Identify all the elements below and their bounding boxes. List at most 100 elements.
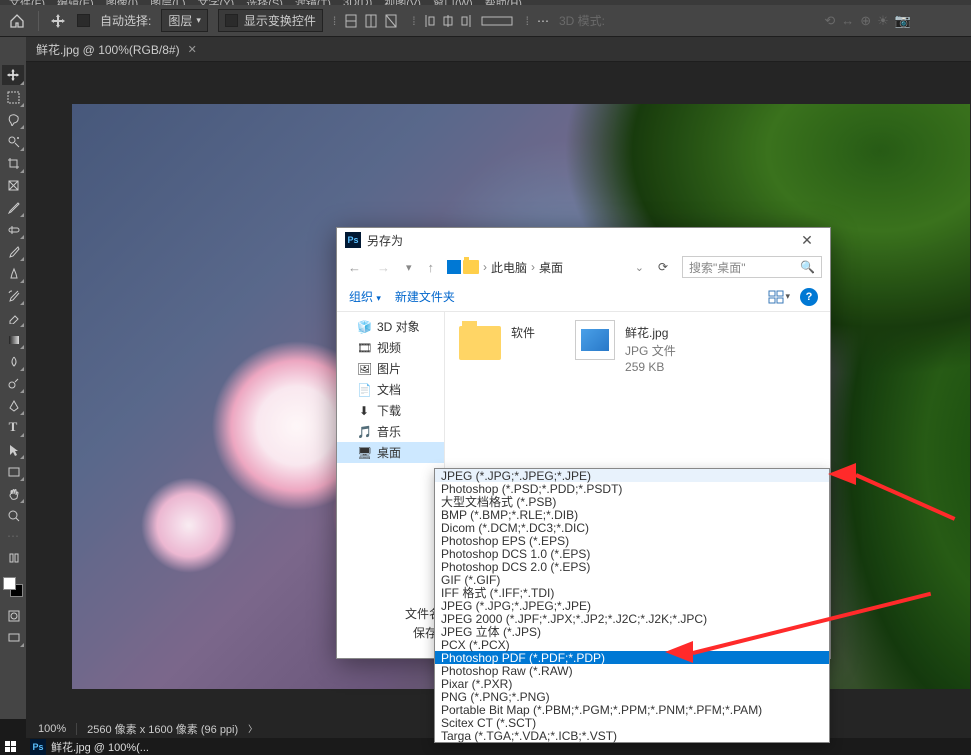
filetype-options-list[interactable]: JPEG (*.JPG;*.JPEG;*.JPE)Photoshop (*.PS…: [434, 468, 830, 743]
separator: ⁞: [333, 14, 334, 28]
folder-name: 软件: [511, 324, 535, 341]
refresh-icon[interactable]: ⟳: [654, 260, 672, 274]
filetype-option[interactable]: Photoshop Raw (*.RAW): [435, 664, 829, 677]
camera-icon[interactable]: 📷: [895, 13, 911, 29]
file-item[interactable]: 鲜花.jpg JPG 文件 259 KB: [575, 320, 676, 374]
edit-toolbar-icon[interactable]: [2, 547, 24, 567]
sidebar-nav[interactable]: 🧊 3D 对象 🎞视频🖼图片📄文档⬇下载🎵音乐🖥桌面: [337, 312, 445, 598]
light-icon[interactable]: ☀: [877, 13, 889, 29]
filetype-option[interactable]: Photoshop EPS (*.EPS): [435, 534, 829, 547]
color-swatch[interactable]: [3, 577, 23, 597]
filetype-option[interactable]: Scitex CT (*.SCT): [435, 716, 829, 729]
pan-icon[interactable]: ↔: [841, 13, 854, 29]
home-icon[interactable]: [6, 10, 28, 32]
folder-icon: [463, 260, 479, 274]
filetype-option[interactable]: Pixar (*.PXR): [435, 677, 829, 690]
sidebar-item[interactable]: 📄文档: [337, 379, 444, 400]
move-tool[interactable]: [2, 65, 24, 85]
sidebar-item[interactable]: ⬇下载: [337, 400, 444, 421]
show-transform-controls-toggle[interactable]: 显示变换控件: [218, 9, 323, 32]
document-dimensions[interactable]: 2560 像素 x 1600 像素 (96 ppi): [87, 721, 238, 737]
search-placeholder: 搜索"桌面": [689, 259, 746, 276]
sidebar-item-icon: 🧊: [357, 320, 371, 334]
align-icons-group[interactable]: [344, 12, 402, 30]
view-options-icon[interactable]: ▾: [768, 288, 790, 306]
filetype-option[interactable]: Portable Bit Map (*.PBM;*.PGM;*.PPM;*.PN…: [435, 703, 829, 716]
filetype-option[interactable]: PNG (*.PNG;*.PNG): [435, 690, 829, 703]
nav-back-icon[interactable]: ←: [345, 260, 364, 275]
filetype-option[interactable]: PCX (*.PCX): [435, 638, 829, 651]
quick-select-tool[interactable]: [2, 131, 24, 151]
gradient-tool[interactable]: [2, 329, 24, 349]
dialog-titlebar[interactable]: Ps 另存为 ✕: [337, 228, 830, 252]
lasso-tool[interactable]: [2, 109, 24, 129]
clone-stamp-tool[interactable]: [2, 263, 24, 283]
auto-select-checkbox[interactable]: [77, 14, 90, 27]
filetype-option[interactable]: Dicom (*.DCM;*.DC3;*.DIC): [435, 521, 829, 534]
dialog-toolbar: 组织 ▾ 新建文件夹 ▾ ?: [337, 282, 830, 312]
crop-tool[interactable]: [2, 153, 24, 173]
more-options-icon[interactable]: ⋯: [537, 14, 549, 28]
document-tab[interactable]: 鲜花.jpg @ 100%(RGB/8#) ✕: [36, 41, 197, 58]
taskbar-photoshop[interactable]: Ps 鲜花.jpg @ 100%(...: [24, 739, 155, 755]
path-select-tool[interactable]: [2, 439, 24, 459]
sidebar-item[interactable]: 🖼图片: [337, 358, 444, 379]
hand-tool[interactable]: [2, 483, 24, 503]
sidebar-item[interactable]: 🧊 3D 对象: [337, 316, 444, 337]
move-tool-icon[interactable]: [49, 12, 67, 30]
search-icon: 🔍: [800, 260, 815, 274]
nav-forward-icon[interactable]: →: [374, 260, 393, 275]
sidebar-item-label: 下载: [377, 402, 401, 419]
frame-tool[interactable]: [2, 175, 24, 195]
blur-tool[interactable]: [2, 351, 24, 371]
zoom-level[interactable]: 100%: [38, 723, 66, 735]
sidebar-item[interactable]: 🖥桌面: [337, 442, 444, 463]
search-input[interactable]: 搜索"桌面" 🔍: [682, 256, 822, 278]
screen-mode-icon[interactable]: [2, 627, 24, 647]
type-tool[interactable]: T: [2, 417, 24, 437]
help-icon[interactable]: ?: [800, 288, 818, 306]
foreground-color[interactable]: [3, 577, 16, 590]
auto-select-dropdown[interactable]: 图层 ▾: [161, 9, 208, 32]
filetype-option[interactable]: BMP (*.BMP;*.RLE;*.DIB): [435, 508, 829, 521]
crumb-root[interactable]: 此电脑: [491, 259, 527, 276]
filetype-option[interactable]: 大型文档格式 (*.PSB): [435, 495, 829, 508]
filetype-option[interactable]: Targa (*.TGA;*.VDA;*.ICB;*.VST): [435, 729, 829, 742]
folder-item[interactable]: 软件: [459, 320, 535, 360]
quick-mask-icon[interactable]: [2, 605, 24, 625]
sidebar-item-label: 3D 对象: [377, 318, 420, 335]
filetype-option[interactable]: IFF 格式 (*.IFF;*.TDI): [435, 586, 829, 599]
rectangle-tool[interactable]: [2, 461, 24, 481]
filetype-option[interactable]: Photoshop PDF (*.PDF;*.PDP): [435, 651, 829, 664]
nav-recent-icon[interactable]: ▾: [403, 261, 415, 274]
marquee-tool[interactable]: [2, 87, 24, 107]
breadcrumb-dropdown-icon[interactable]: ⌄: [635, 261, 644, 274]
eyedropper-tool[interactable]: [2, 197, 24, 217]
orbit-icon[interactable]: ⟲: [824, 13, 835, 29]
history-brush-tool[interactable]: [2, 285, 24, 305]
nav-up-icon[interactable]: ↑: [425, 260, 438, 275]
filetype-option[interactable]: Photoshop DCS 2.0 (*.EPS): [435, 560, 829, 573]
sidebar-item[interactable]: 🎵音乐: [337, 421, 444, 442]
filetype-option[interactable]: JPEG (*.JPG;*.JPEG;*.JPE): [435, 469, 829, 482]
crumb-current[interactable]: 桌面: [539, 259, 563, 276]
zoom-tool[interactable]: [2, 505, 24, 525]
filetype-option[interactable]: Photoshop DCS 1.0 (*.EPS): [435, 547, 829, 560]
close-button[interactable]: ✕: [792, 232, 822, 249]
eraser-tool[interactable]: [2, 307, 24, 327]
sidebar-item[interactable]: 🎞视频: [337, 337, 444, 358]
healing-brush-tool[interactable]: [2, 219, 24, 239]
sidebar-item-label: 图片: [377, 360, 401, 377]
close-tab-icon[interactable]: ✕: [188, 43, 197, 56]
new-folder-button[interactable]: 新建文件夹: [395, 288, 455, 305]
dodge-tool[interactable]: [2, 373, 24, 393]
pen-tool[interactable]: [2, 395, 24, 415]
organize-menu[interactable]: 组织 ▾: [349, 288, 381, 305]
zoom-icon[interactable]: ⊕: [860, 13, 871, 29]
filetype-option[interactable]: JPEG (*.JPG;*.JPEG;*.JPE): [435, 599, 829, 612]
windows-start-icon[interactable]: [2, 740, 20, 754]
distribute-icons-group[interactable]: [424, 12, 516, 30]
breadcrumb[interactable]: › 此电脑 › 桌面: [447, 259, 563, 276]
brush-tool[interactable]: [2, 241, 24, 261]
filetype-option[interactable]: JPEG 立体 (*.JPS): [435, 625, 829, 638]
